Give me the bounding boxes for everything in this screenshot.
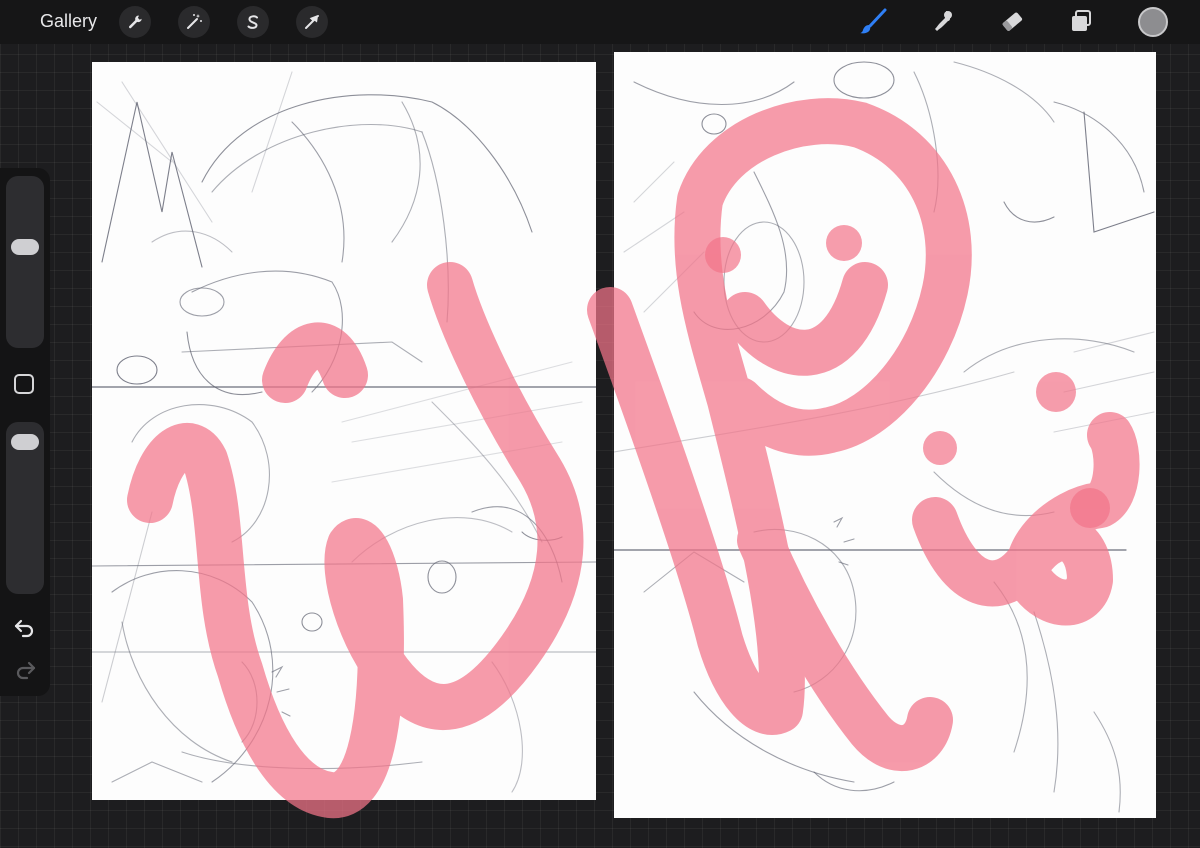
smudge-icon[interactable] <box>925 5 959 39</box>
redo-icon[interactable] <box>13 658 37 682</box>
canvas-page-right[interactable] <box>614 52 1156 818</box>
selection-s-icon[interactable] <box>237 6 269 38</box>
color-picker-swatch[interactable] <box>1138 7 1168 37</box>
brush-size-slider[interactable] <box>6 176 44 348</box>
opacity-slider[interactable] <box>6 422 44 594</box>
opacity-knob[interactable] <box>11 434 39 451</box>
wrench-icon[interactable] <box>119 6 151 38</box>
layers-icon[interactable] <box>1064 5 1098 39</box>
magic-wand-icon[interactable] <box>178 6 210 38</box>
modify-square-icon[interactable] <box>14 374 34 394</box>
sidebar <box>0 168 50 696</box>
undo-icon[interactable] <box>13 616 37 640</box>
eraser-icon[interactable] <box>995 5 1029 39</box>
brush-icon[interactable] <box>856 5 890 39</box>
arrow-cursor-icon[interactable] <box>296 6 328 38</box>
sketch-lines-left <box>92 71 596 793</box>
gallery-button[interactable]: Gallery <box>40 11 97 32</box>
sketch-lines-right <box>614 61 1155 813</box>
toolbar: Gallery <box>0 0 1200 44</box>
brush-size-knob[interactable] <box>11 239 39 256</box>
canvas-page-left[interactable] <box>92 62 596 800</box>
